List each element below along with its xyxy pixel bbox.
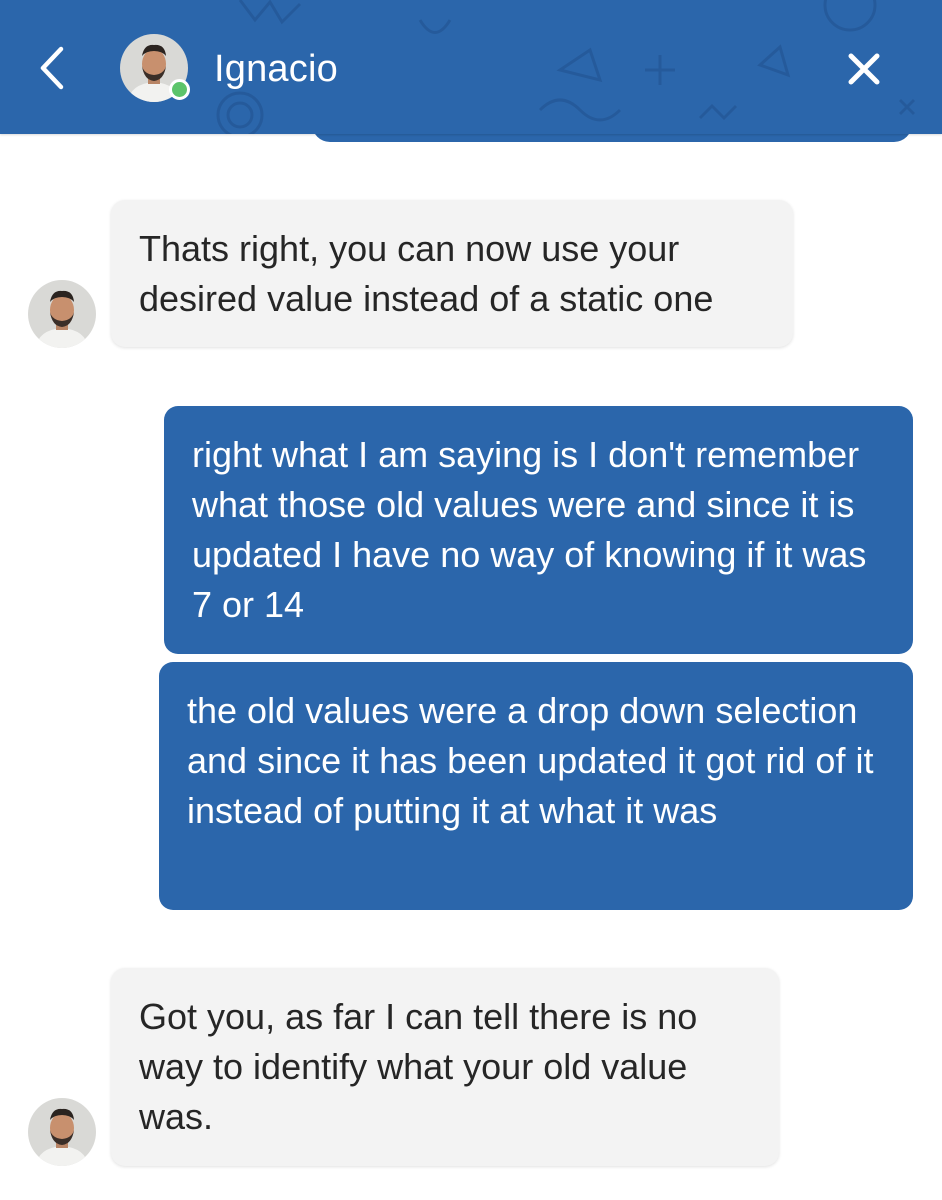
chat-header: Ignacio [0,0,942,134]
contact-avatar[interactable] [120,34,190,102]
message-text: the old values were a drop down selectio… [187,690,874,831]
back-button[interactable] [24,36,80,100]
message-text: Got you, as far I can tell there is no w… [139,996,698,1137]
close-icon [848,53,880,85]
outgoing-message[interactable]: right what I am saying is I don't rememb… [164,406,913,654]
sender-avatar[interactable] [28,280,96,348]
chevron-left-icon [40,46,64,90]
contact-name[interactable]: Ignacio [214,46,338,92]
outgoing-message[interactable]: the old values were a drop down selectio… [159,662,913,910]
incoming-message[interactable]: Got you, as far I can tell there is no w… [111,968,779,1166]
message-text: right what I am saying is I don't rememb… [192,434,867,625]
message-text: Thats right, you can now use your desire… [139,228,714,319]
sender-avatar[interactable] [28,1098,96,1166]
incoming-message[interactable]: Thats right, you can now use your desire… [111,200,793,347]
online-status-dot [169,79,190,100]
close-button[interactable] [832,40,896,98]
